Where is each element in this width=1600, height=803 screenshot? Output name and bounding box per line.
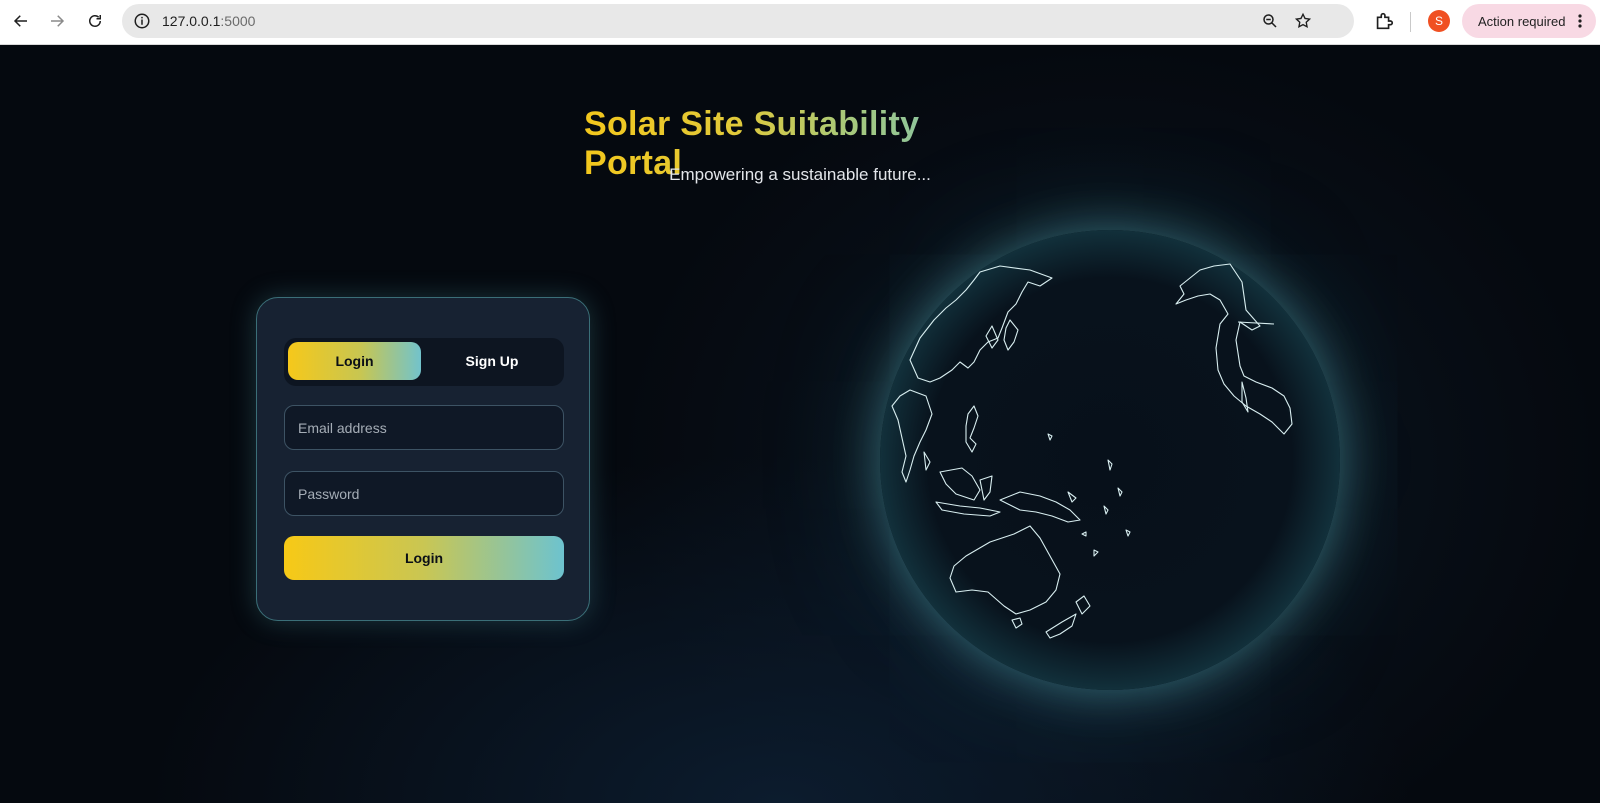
more-menu-icon[interactable]	[1578, 14, 1582, 28]
back-icon[interactable]	[8, 8, 34, 34]
login-button[interactable]: Login	[284, 536, 564, 580]
address-bar[interactable]: 127.0.0.1:5000	[122, 4, 1354, 38]
forward-icon[interactable]	[44, 8, 70, 34]
bookmark-star-icon[interactable]	[1294, 12, 1312, 30]
browser-toolbar: 127.0.0.1:5000 S Action required	[0, 0, 1600, 45]
auth-tabs: Login Sign Up	[284, 338, 564, 386]
tab-sign-up[interactable]: Sign Up	[424, 342, 560, 380]
tab-login[interactable]: Login	[288, 342, 421, 380]
globe-coastlines	[891, 263, 1293, 639]
action-required-button[interactable]: Action required	[1462, 4, 1596, 38]
zoom-out-icon[interactable]	[1261, 12, 1279, 30]
site-info-icon[interactable]	[133, 12, 151, 30]
extensions-icon[interactable]	[1373, 10, 1395, 32]
profile-avatar[interactable]: S	[1428, 10, 1450, 32]
action-required-label: Action required	[1478, 13, 1566, 29]
auth-card: Login Sign Up Login	[256, 297, 590, 621]
email-input[interactable]	[284, 405, 564, 450]
password-input[interactable]	[284, 471, 564, 516]
page-subtitle: Empowering a sustainable future...	[669, 165, 931, 184]
url-text[interactable]: 127.0.0.1:5000	[162, 13, 255, 29]
page-body: Solar Site Suitability Portal Empowering…	[0, 45, 1600, 803]
reload-icon[interactable]	[82, 8, 108, 34]
toolbar-divider	[1410, 12, 1411, 32]
globe-sphere	[880, 230, 1340, 690]
globe	[880, 230, 1340, 690]
